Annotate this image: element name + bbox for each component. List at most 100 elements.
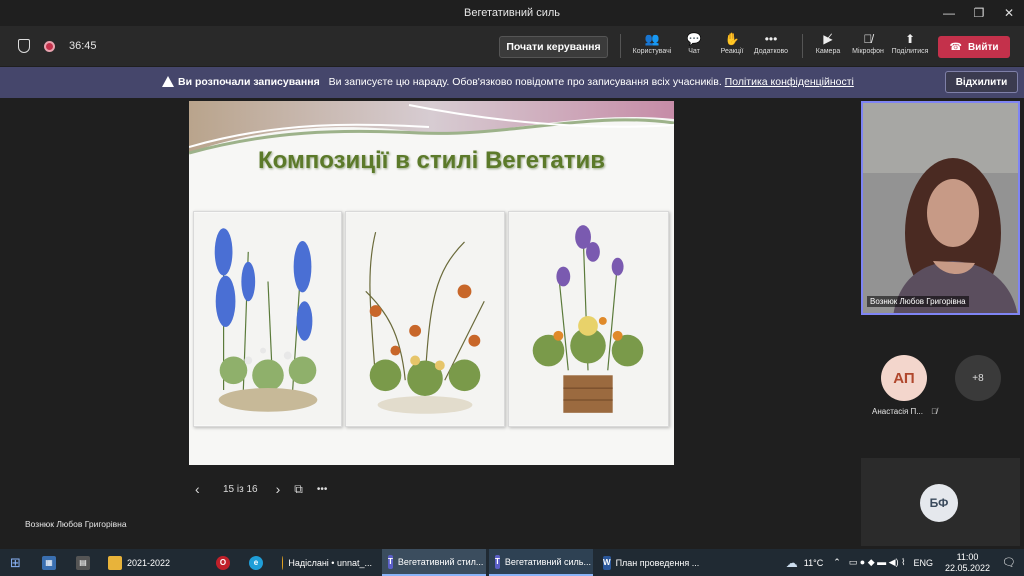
recording-banner: Ви розпочали записування Ви записуєте цю… (0, 67, 1024, 98)
meeting-status: 36:45 (18, 26, 97, 66)
teams-icon: T (388, 554, 393, 569)
participants-button[interactable]: 👥 Користувачі (632, 30, 672, 64)
clock-time: 11:00 (956, 551, 979, 562)
chat-label: Чат (688, 48, 700, 55)
store-button[interactable]: ▦ (36, 549, 62, 576)
warning-icon (162, 76, 174, 87)
previous-slide-icon[interactable]: ‹ (195, 481, 209, 497)
leave-button[interactable]: ☎ Вийти (938, 36, 1010, 58)
taskbar-chrome[interactable]: Надіслані • unnat_... (276, 549, 378, 576)
clock[interactable]: 11:00 22.05.2022 (945, 552, 990, 574)
weather-icon: ☁ (785, 555, 798, 570)
participant-video-frame (863, 103, 1018, 313)
flower-photo-3 (508, 211, 669, 427)
edge-icon: e (249, 555, 263, 570)
reactions-label: Реакції (720, 48, 744, 55)
taskbar-chrome-label: Надіслані • unnat_... (288, 557, 372, 568)
start-button[interactable]: ⊞ (4, 549, 27, 576)
slide-navigation: ‹ 15 із 16 › ⧉ ••• (195, 478, 327, 500)
participant-tile-bf[interactable]: БФ (861, 458, 1020, 546)
mic-muted-icon: 🎙̸ (931, 407, 938, 416)
taskbar-folder[interactable]: 2021-2022 (102, 549, 202, 576)
taskbar-teams-2-label: Вегетативний силь... (504, 556, 591, 567)
shield-icon (18, 39, 30, 53)
title-bar: Вегетативний силь — ❐ ✕ (0, 0, 1024, 26)
taskbar-word-label: План проведення ... (615, 557, 700, 568)
reactions-button[interactable]: ✋ Реакції (716, 30, 748, 64)
share-button[interactable]: ⬆ Поділитися (891, 30, 929, 64)
opera-button[interactable]: O (210, 549, 236, 576)
mic-off-icon: 🎙̸ (863, 32, 873, 46)
phone-icon: ☎ (949, 41, 962, 53)
banner-title: Ви розпочали записування (178, 76, 320, 88)
privacy-policy-link[interactable]: Політика конфіденційності (725, 76, 854, 88)
slide-title: Композиції в стилі Вегетатив (257, 147, 606, 174)
taskbar-word[interactable]: W План проведення ... (597, 549, 701, 576)
teams-icon: T (495, 554, 500, 569)
dismiss-button[interactable]: Відхилити (945, 71, 1018, 93)
people-icon: 👥 (644, 32, 660, 46)
participant-name: Вознюк Любов Григорівна (867, 296, 969, 307)
notifications-icon[interactable]: 🗨 (1002, 556, 1016, 569)
reaction-icon: ✋ (724, 32, 740, 46)
folder-icon (108, 555, 122, 570)
language-indicator[interactable]: ENG (913, 558, 933, 568)
more-label: Додатково (753, 48, 789, 55)
close-button[interactable]: ✕ (994, 0, 1024, 26)
participant-video[interactable]: Вознюк Любов Григорівна (861, 101, 1020, 315)
flower-photo-2 (345, 211, 505, 427)
participant-name-ap-text: Анастасія П... (872, 407, 923, 416)
share-icon: ⬆ (904, 32, 916, 46)
mic-label: Мікрофон (852, 48, 884, 55)
flower-image-1 (194, 212, 341, 426)
opera-icon: O (216, 555, 230, 570)
minimize-button[interactable]: — (934, 0, 964, 26)
more-button[interactable]: ••• Додатково (752, 30, 790, 64)
windows-icon: ⊞ (10, 554, 21, 570)
next-slide-icon[interactable]: › (276, 481, 281, 497)
window-title: Вегетативний силь (463, 7, 560, 19)
start-control-button[interactable]: Почати керування (499, 36, 608, 58)
divider (802, 34, 803, 58)
banner-text: Ви розпочали записування Ви записуєте цю… (178, 76, 854, 88)
maximize-button[interactable]: ❐ (964, 0, 994, 26)
presenter-label: Вознюк Любов Григорівна (25, 519, 127, 529)
camera-label: Камера (815, 48, 841, 55)
word-icon: W (603, 555, 611, 570)
store-icon: ▦ (42, 555, 56, 570)
edge-button[interactable]: e (243, 549, 269, 576)
chat-button[interactable]: 💬 Чат (680, 30, 708, 64)
calculator-button[interactable]: ▤ (70, 549, 96, 576)
taskbar-teams-2[interactable]: T Вегетативний силь... (489, 549, 593, 576)
flower-photo-1 (193, 211, 342, 427)
taskbar-folder-label: 2021-2022 (127, 557, 171, 568)
share-label: Поділитися (891, 48, 929, 55)
taskbar-teams-1-label: Вегетативний стил... (397, 556, 484, 567)
system-tray: ☁ 11°C ⌃ ▭ ● ◆ ▬ ◀) ⌇ ENG 11:00 22.05.20… (786, 549, 1024, 576)
participant-avatar-ap[interactable]: АП (881, 355, 927, 401)
windows-taskbar: ⊞ ▦ ▤ 2021-2022 O e Надіслані • unnat_..… (0, 549, 1024, 576)
grid-view-icon[interactable]: ⧉ (294, 482, 303, 497)
more-options-icon[interactable]: ••• (317, 484, 328, 495)
camera-button[interactable]: ▶̸ Камера (813, 30, 843, 64)
camera-off-icon: ▶̸ (823, 32, 833, 46)
temperature: 11°C (803, 557, 824, 568)
tray-icons[interactable]: ▭ ● ◆ ▬ ◀) ⌇ (849, 557, 906, 568)
leave-label: Вийти (967, 41, 999, 53)
banner-message: Ви записуєте цю нараду. Обов'язково пові… (328, 76, 722, 88)
taskbar-teams-1[interactable]: T Вегетативний стил... (382, 549, 486, 576)
more-icon: ••• (764, 32, 778, 46)
slide-counter: 15 із 16 (223, 483, 258, 495)
participant-name-ap: Анастасія П... 🎙̸ (872, 407, 937, 416)
mic-button[interactable]: 🎙̸ Мікрофон (849, 30, 887, 64)
chat-icon: 💬 (686, 32, 702, 46)
calculator-icon: ▤ (76, 555, 90, 570)
clock-date: 22.05.2022 (944, 562, 991, 573)
more-participants-button[interactable]: +8 (955, 355, 1001, 401)
tray-chevron-icon[interactable]: ⌃ (833, 557, 841, 568)
participant-avatar-bf: БФ (920, 484, 958, 522)
chrome-icon (282, 555, 284, 570)
divider (620, 34, 621, 58)
recording-icon (44, 40, 55, 52)
flower-image-3 (509, 212, 668, 426)
